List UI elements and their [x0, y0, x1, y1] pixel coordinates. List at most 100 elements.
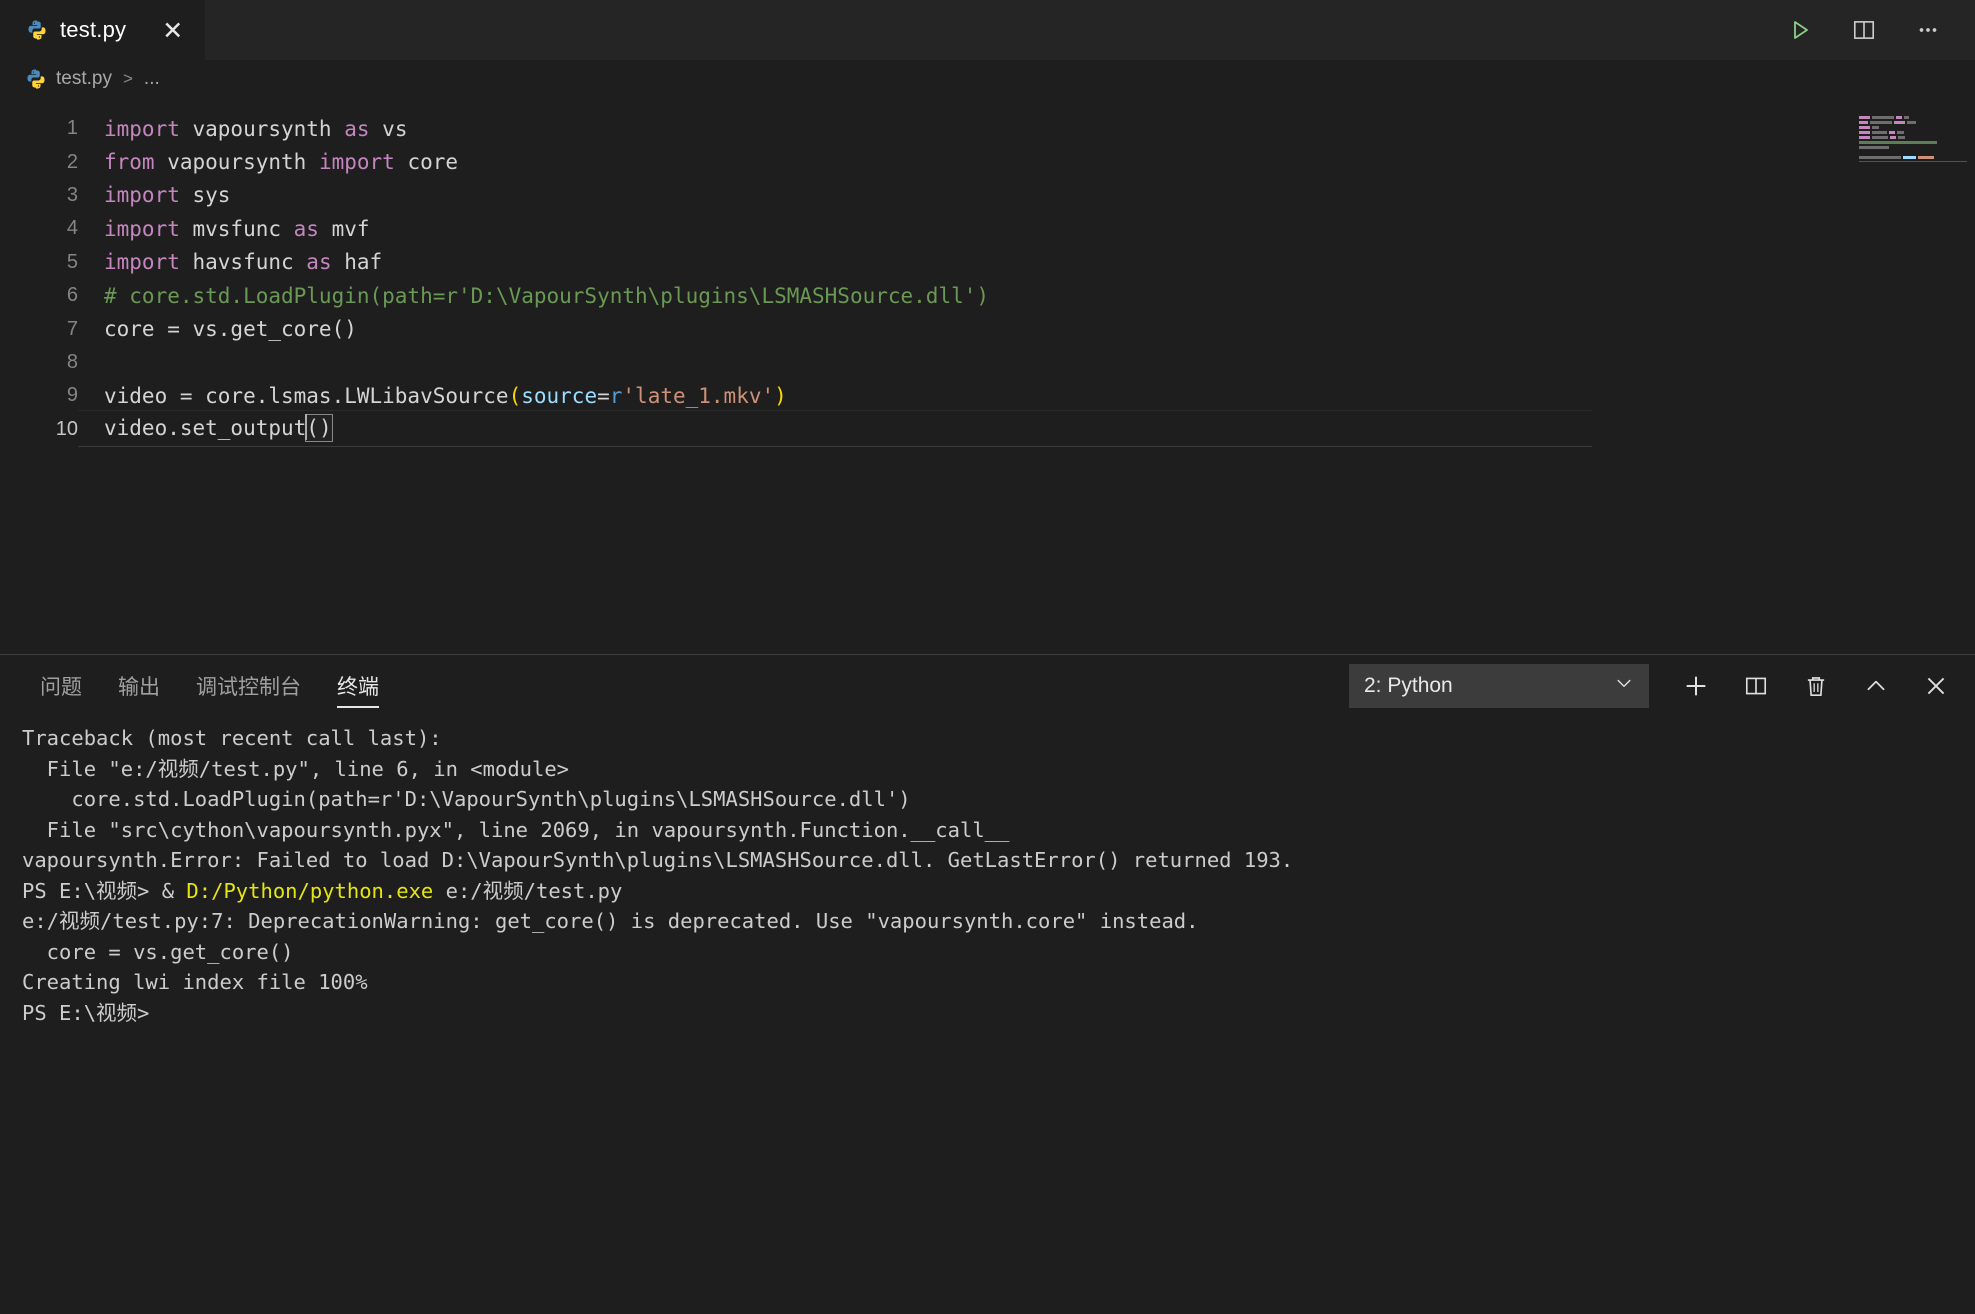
terminal-text: Traceback (most recent call last): [22, 726, 442, 750]
terminal-selector-value: 2: Python [1364, 674, 1453, 697]
breadcrumb-symbol[interactable]: ... [144, 68, 160, 90]
token-id: vapoursynth [179, 116, 345, 141]
line-content[interactable]: # core.std.LoadPlugin(path=r'D:\VapourSy… [78, 284, 1975, 308]
terminal-line: Creating lwi index file 100% [22, 967, 1975, 998]
token-str: 'late_1.mkv' [622, 383, 775, 408]
code-line-2[interactable]: 2 from vapoursynth import core [0, 145, 1975, 178]
terminal-line: core = vs.get_core() [22, 937, 1975, 968]
token-parenY: ) [774, 383, 787, 408]
chevron-down-icon[interactable] [1614, 673, 1634, 699]
minimap[interactable] [1849, 104, 1967, 176]
token-id: video = core.lsmas.LWLibavSource [104, 383, 509, 408]
close-icon[interactable] [1919, 669, 1953, 703]
terminal-text: core.std.LoadPlugin(path=r'D:\VapourSynt… [22, 787, 911, 811]
code-lines[interactable]: 1 import vapoursynth as vs 2 from vapoursyn… [0, 98, 1975, 448]
play-icon[interactable] [1783, 13, 1817, 47]
token-kw: as [293, 216, 319, 241]
line-number: 6 [66, 284, 78, 307]
token-strp: r [609, 383, 623, 408]
line-number: 3 [66, 183, 78, 206]
terminal-text: vapoursynth.Error: Failed to load D:\Vap… [22, 848, 1294, 872]
line-content[interactable]: import vapoursynth as vs [78, 117, 1975, 141]
terminal-line: PS E:\视频> [22, 998, 1975, 1029]
token-id: core [394, 150, 459, 175]
line-number: 8 [66, 350, 78, 373]
terminal-line: File "e:/视频/test.py", line 6, in <module… [22, 754, 1975, 785]
editor-tab-test-py[interactable]: test.py ✕ [0, 0, 207, 60]
terminal-text: PS E:\视频> [22, 1000, 150, 1025]
token-id: mvf [318, 216, 370, 241]
line-content[interactable]: from vapoursynth import core [78, 150, 1975, 174]
editor-tab-bar: test.py ✕ [0, 0, 1975, 60]
token-id: video.set_output [104, 416, 307, 441]
terminal-line: vapoursynth.Error: Failed to load D:\Vap… [22, 845, 1975, 876]
plus-icon[interactable] [1679, 669, 1713, 703]
tab-debug-console[interactable]: 调试控制台 [178, 655, 319, 717]
token-kw: as [344, 116, 370, 141]
editor-actions [1783, 0, 1975, 60]
token-kw: import [104, 250, 180, 275]
vscode-window: test.py ✕ test.py > ... 1 import vapours… [0, 0, 1975, 1314]
line-number: 9 [66, 384, 78, 407]
token-param: source [521, 383, 598, 408]
trash-icon[interactable] [1799, 669, 1833, 703]
python-icon [25, 68, 47, 90]
line-number: 2 [66, 150, 78, 173]
token-kw: import [104, 183, 180, 208]
terminal-output[interactable]: Traceback (most recent call last): File … [0, 717, 1975, 1314]
terminal-text: Creating lwi index file 100% [22, 970, 368, 994]
terminal-text: e:/视频/test.py [433, 878, 623, 903]
code-line-4[interactable]: 4 import mvsfunc as mvf [0, 212, 1975, 245]
token-id: vapoursynth [154, 150, 319, 175]
terminal-text: PS E:\视频> & [22, 878, 187, 903]
tab-terminal[interactable]: 终端 [319, 655, 397, 717]
code-line-7[interactable]: 7 core = vs.get_core() [0, 312, 1975, 345]
line-content[interactable]: video = core.lsmas.LWLibavSource(source=… [78, 384, 1975, 408]
token-id: haf [331, 250, 383, 275]
terminal-line: e:/视频/test.py:7: DeprecationWarning: get… [22, 906, 1975, 937]
code-line-1[interactable]: 1 import vapoursynth as vs [0, 112, 1975, 145]
breadcrumb-file[interactable]: test.py [56, 68, 112, 90]
line-content[interactable]: core = vs.get_core() [78, 317, 1975, 341]
code-editor[interactable]: 1 import vapoursynth as vs 2 from vapoursyn… [0, 98, 1975, 654]
panel-actions [1679, 669, 1953, 703]
token-kw: from [104, 150, 155, 175]
ellipsis-icon[interactable] [1911, 13, 1945, 47]
chevron-up-icon[interactable] [1859, 669, 1893, 703]
code-line-3[interactable]: 3 import sys [0, 179, 1975, 212]
line-content[interactable]: import havsfunc as haf [78, 250, 1975, 274]
token-kw: import [104, 216, 180, 241]
line-number: 10 [55, 417, 78, 440]
tab-output[interactable]: 输出 [100, 655, 178, 717]
terminal-text: e:/视频/test.py:7: DeprecationWarning: get… [22, 909, 1199, 933]
token-kw: import [318, 150, 395, 175]
terminal-text: core = vs.get_core() [22, 939, 294, 964]
line-content[interactable]: video.set_output() [78, 410, 1975, 448]
code-line-8[interactable]: 8 [0, 346, 1975, 379]
token-kw: import [104, 116, 180, 141]
token-id: vs [369, 116, 408, 141]
split-icon[interactable] [1739, 669, 1773, 703]
tab-problems[interactable]: 问题 [22, 655, 100, 717]
python-icon [26, 19, 48, 41]
line-content[interactable]: import mvsfunc as mvf [78, 217, 1975, 241]
line-number: 5 [66, 250, 78, 273]
terminal-text-yellow: D:/Python/python.exe [186, 878, 434, 903]
terminal-line: PS E:\视频> & D:/Python/python.exe e:/视频/t… [22, 876, 1975, 907]
panel-header: 问题 输出 调试控制台 终端 2: Python [0, 655, 1975, 717]
terminal-selector-dropdown[interactable]: 2: Python [1349, 664, 1649, 708]
tab-bar-empty-space [206, 0, 1783, 60]
code-line-5[interactable]: 5 import havsfunc as haf [0, 246, 1975, 279]
token-id: = [597, 383, 610, 408]
close-icon[interactable]: ✕ [162, 18, 183, 43]
terminal-text: File "src\cython\vapoursynth.pyx", line … [22, 817, 1010, 842]
line-number: 7 [66, 317, 78, 340]
token-kw: as [306, 250, 332, 275]
code-line-9[interactable]: 9 video = core.lsmas.LWLibavSource(source… [0, 379, 1975, 412]
split-editor-icon[interactable] [1847, 13, 1881, 47]
breadcrumb[interactable]: test.py > ... [0, 60, 1975, 98]
panel-tabs[interactable]: 问题 输出 调试控制台 终端 [22, 655, 397, 717]
line-content[interactable]: import sys [78, 183, 1975, 207]
code-line-10[interactable]: 10 video.set_output() [0, 410, 1975, 448]
code-line-6[interactable]: 6 # core.std.LoadPlugin(path=r'D:\VapourS… [0, 279, 1975, 312]
